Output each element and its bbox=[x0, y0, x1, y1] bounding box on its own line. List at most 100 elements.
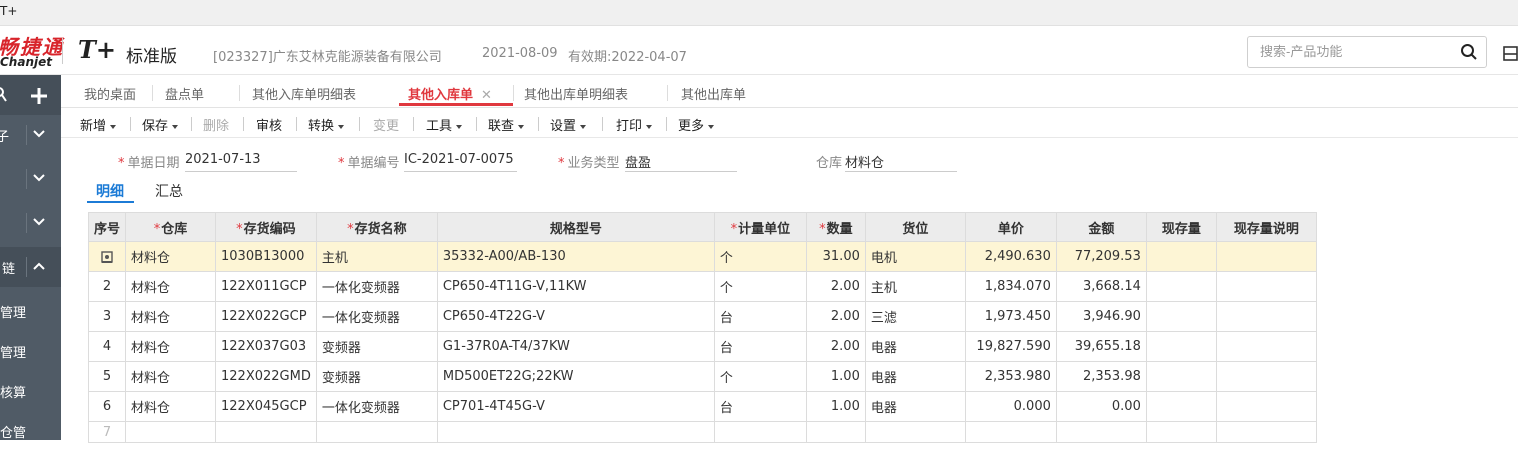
stock-cell[interactable] bbox=[1145, 301, 1217, 332]
quantity-cell[interactable]: 2.00 bbox=[805, 271, 866, 302]
unit-price-cell[interactable]: 1,834.070 bbox=[964, 271, 1057, 302]
spec-cell[interactable]: G1-37R0A-T4/37KW bbox=[436, 331, 715, 362]
spec-cell[interactable]: MD500ET22G;22KW bbox=[436, 361, 715, 392]
add-icon[interactable] bbox=[30, 87, 48, 105]
chevron-down-icon[interactable] bbox=[32, 171, 46, 185]
item-code-cell[interactable] bbox=[215, 421, 317, 443]
spec-cell[interactable]: 35332-A00/AB-130 bbox=[436, 241, 715, 272]
unit-price-cell[interactable]: 1,973.450 bbox=[964, 301, 1057, 332]
change-button[interactable]: 变更 bbox=[373, 115, 399, 134]
warehouse-cell[interactable]: 材料仓 bbox=[125, 301, 217, 332]
unit-cell[interactable]: 台 bbox=[713, 301, 807, 332]
sidebar-subitem-4[interactable]: 仓管 bbox=[0, 411, 61, 451]
column-header[interactable]: *存货名称 bbox=[315, 212, 438, 242]
save-button[interactable]: 保存 bbox=[142, 115, 179, 134]
item-code-cell[interactable]: 122X037G03 bbox=[215, 331, 317, 362]
sidebar-item-3[interactable] bbox=[0, 203, 61, 243]
tab-desktop[interactable]: 我的桌面 bbox=[84, 84, 136, 103]
table-row[interactable]: 7 bbox=[87, 421, 1317, 443]
unit-cell[interactable]: 个 bbox=[713, 241, 807, 272]
doc-no-field[interactable]: IC-2021-07-0075 bbox=[404, 152, 517, 172]
location-cell[interactable]: 电机 bbox=[864, 241, 966, 272]
column-header[interactable]: 货位 bbox=[864, 212, 966, 242]
tab-other-outbound-detail[interactable]: 其他出库单明细表 bbox=[524, 84, 628, 103]
tab-other-inbound[interactable]: 其他入库单 ✕ bbox=[408, 84, 492, 103]
unit-price-cell[interactable]: 0.000 bbox=[964, 391, 1057, 422]
amount-cell[interactable] bbox=[1055, 421, 1147, 443]
table-row[interactable]: 材料仓 1030B13000 主机 35332-A00/AB-130 个 31.… bbox=[87, 241, 1317, 272]
quantity-cell[interactable]: 2.00 bbox=[805, 331, 866, 362]
item-name-cell[interactable]: 一体化变频器 bbox=[315, 271, 438, 302]
stock-cell[interactable] bbox=[1145, 241, 1217, 272]
sidebar-subitem-1[interactable]: 管理 bbox=[0, 291, 61, 331]
item-code-cell[interactable]: 122X045GCP bbox=[215, 391, 317, 422]
table-row[interactable]: 4 材料仓 122X037G03 变频器 G1-37R0A-T4/37KW 台 … bbox=[87, 331, 1317, 362]
unit-price-cell[interactable] bbox=[964, 421, 1057, 443]
settings-button[interactable]: 设置 bbox=[550, 115, 587, 134]
warehouse-field[interactable]: 材料仓 bbox=[845, 152, 957, 172]
item-name-cell[interactable]: 一体化变频器 bbox=[315, 391, 438, 422]
amount-cell[interactable]: 2,353.98 bbox=[1055, 361, 1147, 392]
unit-cell[interactable] bbox=[713, 421, 807, 443]
column-header[interactable]: *存货编码 bbox=[215, 212, 317, 242]
column-header[interactable]: *仓库 bbox=[125, 212, 217, 242]
item-code-cell[interactable]: 122X022GMD bbox=[215, 361, 317, 392]
tools-button[interactable]: 工具 bbox=[426, 115, 463, 134]
item-name-cell[interactable]: 变频器 bbox=[315, 331, 438, 362]
audit-button[interactable]: 审核 bbox=[256, 115, 282, 134]
search-input[interactable] bbox=[1258, 43, 1452, 60]
stock-cell[interactable] bbox=[1145, 421, 1217, 443]
column-header[interactable]: 现存量 bbox=[1145, 212, 1217, 242]
item-name-cell[interactable] bbox=[315, 421, 438, 443]
tab-detail[interactable]: 明细 bbox=[96, 181, 124, 201]
spec-cell[interactable] bbox=[436, 421, 715, 443]
sidebar-subitem-3[interactable]: 核算 bbox=[0, 371, 61, 411]
delete-button[interactable]: 删除 bbox=[203, 115, 229, 134]
unit-cell[interactable]: 台 bbox=[713, 331, 807, 362]
row-number-cell[interactable] bbox=[87, 241, 127, 272]
item-name-cell[interactable]: 主机 bbox=[315, 241, 438, 272]
stock-note-cell[interactable] bbox=[1215, 421, 1317, 443]
chevron-down-icon[interactable] bbox=[32, 215, 46, 229]
item-name-cell[interactable]: 变频器 bbox=[315, 361, 438, 392]
quantity-cell[interactable]: 1.00 bbox=[805, 391, 866, 422]
stock-note-cell[interactable] bbox=[1215, 331, 1317, 362]
warehouse-cell[interactable]: 材料仓 bbox=[125, 241, 217, 272]
chevron-down-icon[interactable] bbox=[32, 127, 46, 141]
column-header[interactable]: 序号 bbox=[87, 212, 127, 242]
more-button[interactable]: 更多 bbox=[678, 115, 715, 134]
warehouse-cell[interactable]: 材料仓 bbox=[125, 331, 217, 362]
tab-other-inbound-detail[interactable]: 其他入库单明细表 bbox=[252, 84, 356, 103]
location-cell[interactable]: 电器 bbox=[864, 331, 966, 362]
row-number-cell[interactable]: 2 bbox=[87, 271, 127, 302]
search-icon[interactable] bbox=[1460, 43, 1478, 61]
amount-cell[interactable]: 0.00 bbox=[1055, 391, 1147, 422]
layout-icon[interactable] bbox=[1503, 46, 1518, 61]
item-code-cell[interactable]: 122X022GCP bbox=[215, 301, 317, 332]
location-cell[interactable]: 主机 bbox=[864, 271, 966, 302]
column-header[interactable]: 现存量说明 bbox=[1215, 212, 1317, 242]
stock-note-cell[interactable] bbox=[1215, 241, 1317, 272]
warehouse-cell[interactable]: 材料仓 bbox=[125, 361, 217, 392]
column-header[interactable]: 金额 bbox=[1055, 212, 1147, 242]
stock-cell[interactable] bbox=[1145, 361, 1217, 392]
quantity-cell[interactable]: 2.00 bbox=[805, 301, 866, 332]
item-code-cell[interactable]: 122X011GCP bbox=[215, 271, 317, 302]
chevron-up-icon[interactable] bbox=[32, 259, 46, 273]
table-row[interactable]: 3 材料仓 122X022GCP 一体化变频器 CP650-4T22G-V 台 … bbox=[87, 301, 1317, 332]
unit-price-cell[interactable]: 2,490.630 bbox=[964, 241, 1057, 272]
warehouse-cell[interactable]: 材料仓 bbox=[125, 391, 217, 422]
unit-price-cell[interactable]: 19,827.590 bbox=[964, 331, 1057, 362]
stock-note-cell[interactable] bbox=[1215, 271, 1317, 302]
new-button[interactable]: 新增 bbox=[80, 115, 117, 134]
row-number-cell[interactable]: 5 bbox=[87, 361, 127, 392]
item-name-cell[interactable]: 一体化变频器 bbox=[315, 301, 438, 332]
unit-price-cell[interactable]: 2,353.980 bbox=[964, 361, 1057, 392]
amount-cell[interactable]: 39,655.18 bbox=[1055, 331, 1147, 362]
unit-cell[interactable]: 个 bbox=[713, 271, 807, 302]
spec-cell[interactable]: CP650-4T11G-V,11KW bbox=[436, 271, 715, 302]
doc-date-field[interactable]: 2021-07-13 bbox=[185, 152, 297, 172]
location-cell[interactable]: 三滤 bbox=[864, 301, 966, 332]
table-row[interactable]: 6 材料仓 122X045GCP 一体化变频器 CP701-4T45G-V 台 … bbox=[87, 391, 1317, 422]
table-row[interactable]: 2 材料仓 122X011GCP 一体化变频器 CP650-4T11G-V,11… bbox=[87, 271, 1317, 302]
